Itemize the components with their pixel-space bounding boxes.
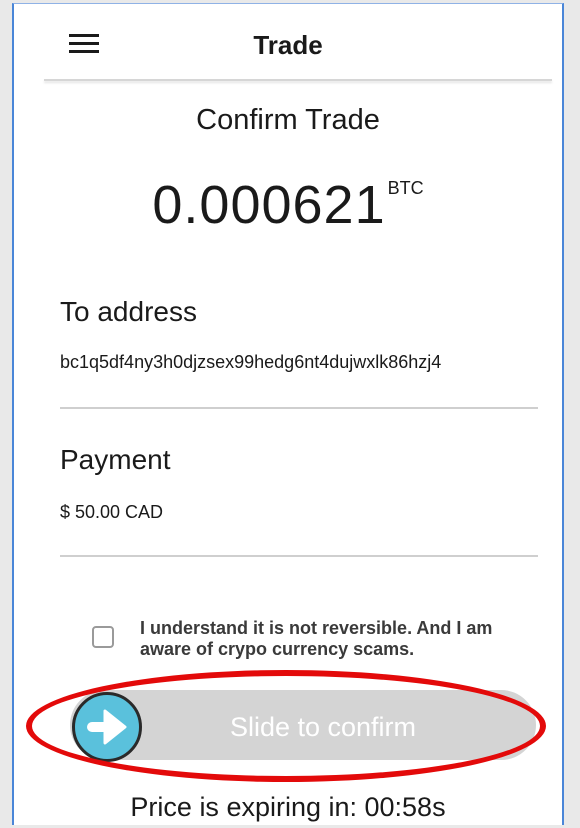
header-divider: [44, 79, 552, 81]
to-address-label: To address: [60, 296, 197, 327]
to-address-value: bc1q5df4ny3h0djzsex99hedg6nt4dujwxlk86hz…: [60, 352, 442, 372]
price-expiry-timer: Price is expiring in: 00:58s: [130, 792, 446, 822]
agreement-checkbox[interactable]: [92, 626, 114, 648]
confirm-trade-title: Confirm Trade: [196, 104, 380, 136]
amount-value: 0.000621: [152, 175, 386, 235]
payment-label: Payment: [60, 444, 171, 475]
amount-unit: BTC: [387, 178, 424, 198]
payment-value: $ 50.00 CAD: [60, 502, 164, 522]
trade-amount: 0.000621 BTC: [14, 174, 562, 236]
page-title: Trade: [253, 30, 323, 60]
agreement-label[interactable]: I understand it is not reversible. And I…: [140, 618, 540, 660]
app-header: Trade: [14, 4, 562, 80]
payment-divider: [60, 555, 538, 557]
to-address-divider: [60, 407, 538, 409]
arrow-right-icon: [87, 709, 127, 745]
trade-screen: Trade Confirm Trade 0.000621 BTC To addre…: [12, 3, 564, 825]
slide-to-confirm-handle[interactable]: [72, 692, 142, 762]
